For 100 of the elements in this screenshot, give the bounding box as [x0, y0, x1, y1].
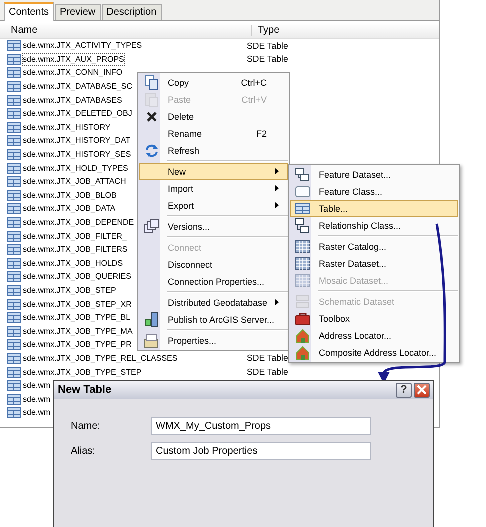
menu-item[interactable]: Versions... [139, 218, 288, 235]
table-name[interactable]: sde.wmx.JTX_JOB_BLOB [22, 188, 118, 202]
column-header[interactable]: Type [252, 25, 280, 36]
table-icon [7, 271, 21, 282]
table-icon [7, 176, 21, 188]
table-name[interactable]: sde.wmx.JTX_CONN_INFO [22, 66, 124, 80]
properties-icon [144, 332, 160, 348]
menu-item[interactable]: Delete [139, 108, 288, 125]
menu-item[interactable]: Copy Ctrl+C [139, 74, 288, 91]
table-icon [7, 230, 21, 242]
table-name[interactable]: sde.wmx.JTX_JOB_TYPE_MA [22, 324, 134, 338]
table-name[interactable]: sde.wmx.JTX_JOB_STEP_XR [22, 298, 133, 311]
menu-item[interactable]: Refresh [139, 142, 288, 159]
table-icon [7, 135, 21, 146]
copy-icon [144, 74, 160, 90]
table-name[interactable]: sde.wmx.JTX_JOB_TYPE_PR [22, 338, 133, 352]
menu-item[interactable]: Raster Dataset... [290, 255, 458, 272]
menu-item[interactable]: Rename F2 [139, 125, 288, 142]
table-type: SDE Table [247, 367, 288, 378]
tab[interactable]: Contents [4, 2, 54, 21]
table-icon [7, 352, 21, 364]
table-icon [7, 190, 21, 201]
table-icon [7, 162, 21, 174]
table-name[interactable]: sde.wmx.JTX_JOB_QUERIES [22, 270, 132, 284]
table-name[interactable]: sde.wmx.JTX_DATABASE_SC [22, 80, 134, 94]
table-name[interactable]: sde.wmx.JTX_JOB_FILTERS [22, 243, 129, 256]
table-name[interactable]: sde.wmx.JTX_JOB_TYPE_BL [22, 311, 132, 324]
table-icon [7, 108, 21, 120]
tab[interactable]: Description [102, 4, 162, 20]
help-button[interactable]: ? [396, 382, 412, 398]
grid-icon [295, 238, 311, 254]
menu-item[interactable]: Raster Catalog... [290, 238, 458, 255]
table-name[interactable]: sde.wmx.JTX_DELETED_OBJ [22, 107, 134, 120]
table-name[interactable]: sde.wmx.JTX_HISTORY_SES [22, 148, 132, 162]
table-icon [7, 258, 21, 269]
table-type: SDE Table [247, 54, 288, 64]
field-label: Alias: [71, 446, 96, 456]
toolbox-icon [295, 310, 311, 326]
menu-item[interactable]: Composite Address Locator... [290, 344, 458, 361]
menu-item[interactable]: New [139, 163, 288, 180]
table-name[interactable]: sde.wmx.JTX_JOB_TYPE_STEP [22, 366, 143, 379]
table-icon [7, 122, 21, 133]
table-name[interactable]: sde.wmx.JTX_JOB_STEP [22, 284, 118, 297]
table-name[interactable]: sde.wmx.JTX_AUX_PROPS [22, 52, 126, 66]
table-name[interactable]: sde.wmx.JTX_JOB_DEPENDE [22, 216, 136, 230]
table-icon [7, 81, 21, 92]
grid-icon [295, 272, 311, 288]
tab[interactable]: Preview [55, 4, 101, 20]
input-field[interactable]: WMX_My_Custom_Props [151, 417, 371, 435]
menu-item[interactable]: Toolbox [290, 310, 458, 327]
input-field[interactable]: Custom Job Properties [151, 442, 371, 460]
dialog-title: New Table [58, 384, 113, 396]
table-icon [7, 298, 21, 310]
table-icon [7, 217, 21, 228]
table-icon [7, 380, 21, 392]
feature-class-icon [295, 184, 311, 200]
menu-item[interactable]: Table... [290, 200, 458, 217]
table-name[interactable]: sde.wm [22, 379, 52, 392]
menu-item[interactable]: Relationship Class... [290, 217, 458, 234]
versions-icon [144, 218, 160, 234]
table-icon [7, 407, 21, 418]
table-icon [7, 284, 21, 296]
table-type: SDE Table [247, 353, 288, 364]
table-name[interactable]: sde.wmx.JTX_HISTORY_DAT [22, 134, 132, 148]
table-name[interactable]: sde.wm [22, 406, 52, 420]
menu-item[interactable]: Import [139, 180, 288, 197]
house-icon [295, 344, 311, 360]
paste-icon [144, 92, 160, 108]
field-label: Name: [71, 420, 102, 432]
table-name[interactable]: sde.wmx.JTX_JOB_TYPE_REL_CLASSES [22, 352, 179, 365]
table-icon [7, 244, 21, 256]
refresh-icon [144, 142, 160, 158]
menu-item[interactable]: Properties... [139, 332, 288, 349]
table-name[interactable]: sde.wmx.JTX_HISTORY [22, 120, 112, 134]
table-name[interactable]: sde.wmx.JTX_JOB_DATA [22, 202, 117, 216]
menu-item[interactable]: Publish to ArcGIS Server... [139, 311, 288, 328]
table-name[interactable]: sde.wm [22, 392, 52, 406]
menu-item[interactable]: Address Locator... [290, 327, 458, 344]
table-name[interactable]: sde.wmx.JTX_ACTIVITY_TYPES [22, 39, 144, 52]
menu-item[interactable]: Export [139, 197, 288, 214]
column-header[interactable]: Name [0, 25, 252, 36]
table-name[interactable]: sde.wmx.JTX_JOB_HOLDS [22, 256, 124, 270]
table-name[interactable]: sde.wmx.JTX_HOLD_TYPES [22, 162, 130, 175]
server-icon [144, 312, 160, 328]
menu-item[interactable]: Disconnect [139, 256, 288, 273]
menu-item[interactable]: Feature Class... [290, 183, 458, 200]
close-button[interactable] [414, 382, 430, 398]
table-name[interactable]: sde.wmx.JTX_JOB_FILTER_ [22, 230, 128, 243]
table-icon [7, 67, 21, 78]
table-icon [7, 149, 21, 160]
table-icon [7, 326, 21, 337]
table-icon [7, 366, 21, 378]
menu-item[interactable]: Connection Properties... [139, 273, 288, 290]
table-name[interactable]: sde.wmx.JTX_DATABASES [22, 94, 124, 107]
menu-item[interactable]: Feature Dataset... [290, 166, 458, 183]
table-name[interactable]: sde.wmx.JTX_JOB_ATTACH [22, 175, 128, 188]
table-type: SDE Table [247, 40, 288, 51]
menu-item[interactable]: Distributed Geodatabase [139, 294, 288, 311]
table-icon [295, 200, 311, 216]
table-icon [7, 339, 21, 350]
